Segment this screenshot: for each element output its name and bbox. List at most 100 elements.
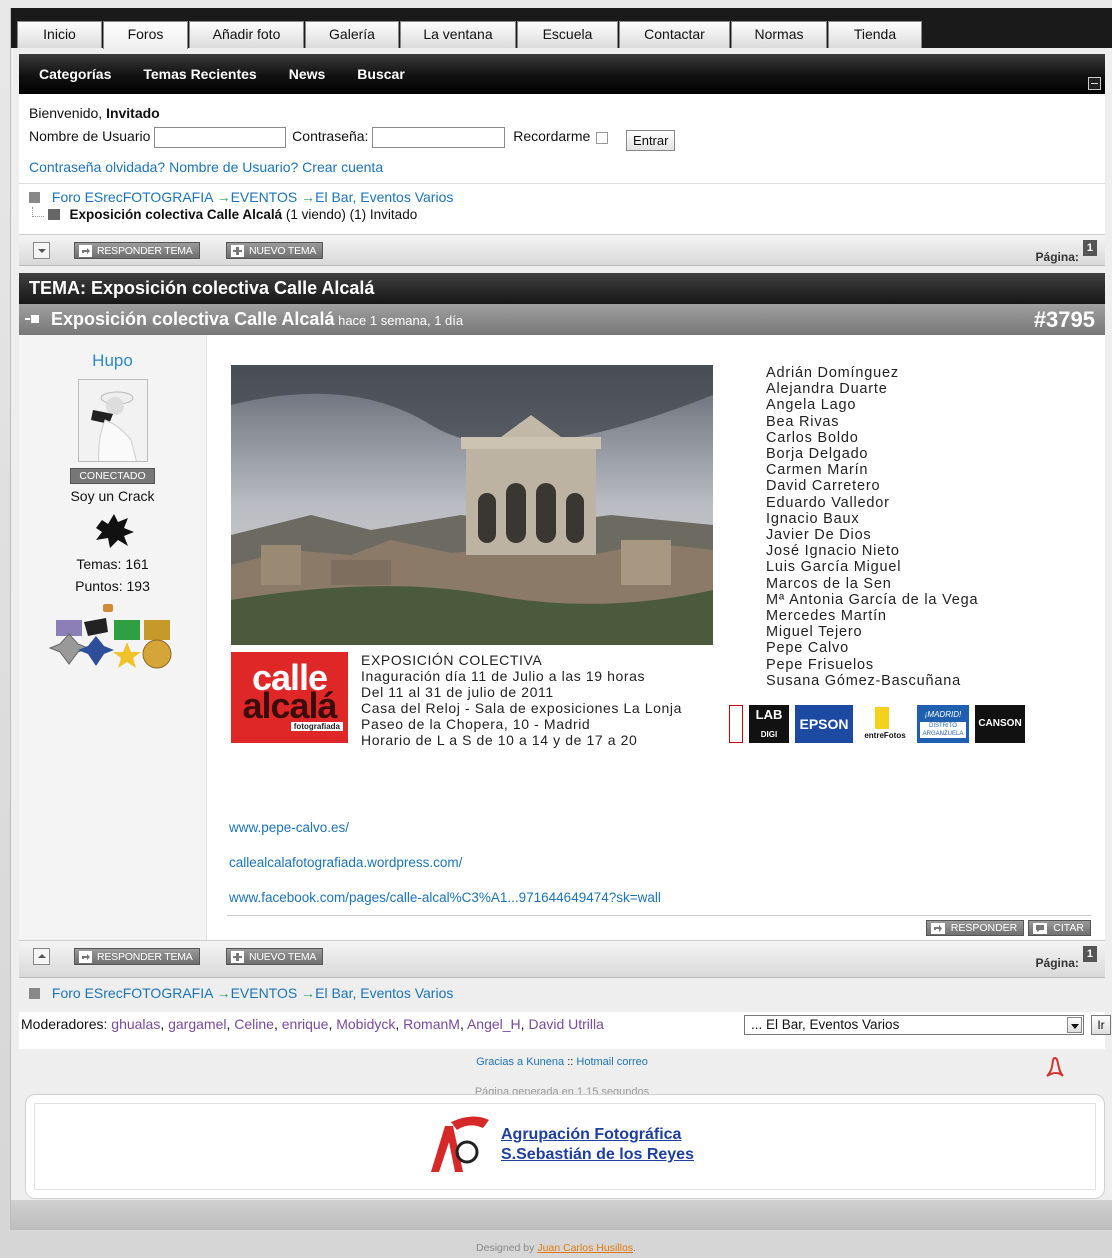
current-topic-title: Exposición colectiva Calle Alcalá: [69, 207, 283, 222]
banner-line1: Agrupación Fotográfica: [501, 1126, 682, 1143]
reply-topic-button[interactable]: RESPONDER TEMA: [74, 242, 200, 259]
link-pepe-calvo[interactable]: www.pepe-calvo.es/: [229, 820, 349, 835]
breadcrumb-subforum[interactable]: El Bar, Eventos Varios: [315, 985, 453, 1001]
welcome-line: Bienvenido, Invitado: [29, 105, 1095, 121]
password-field[interactable]: [372, 127, 506, 148]
forgot-username-link[interactable]: Nombre de Usuario?: [169, 159, 298, 175]
page-label: Página:: [1035, 250, 1079, 264]
menu-temas-recientes[interactable]: Temas Recientes: [131, 66, 276, 82]
menu-buscar[interactable]: Buscar: [345, 66, 424, 82]
tab-la-ventana[interactable]: La ventana: [400, 21, 516, 48]
footer-separator: ::: [567, 1056, 574, 1068]
new-topic-button[interactable]: NUEVO TEMA: [226, 242, 324, 259]
link-facebook[interactable]: www.facebook.com/pages/calle-alcal%C3%A1…: [229, 890, 661, 905]
moderator-link[interactable]: RomanM: [403, 1016, 460, 1032]
menu-categorias[interactable]: Categorías: [27, 66, 131, 82]
tab-foros[interactable]: Foros: [103, 21, 188, 49]
sponsor-madrid-logo: ¡MADRID! DISTRITO ARGANZUELA: [917, 705, 969, 743]
new-topic-label: NUEVO TEMA: [249, 951, 317, 963]
breadcrumb-root[interactable]: Foro ESrecFOTOGRAFIA: [52, 189, 213, 205]
reply-topic-label: RESPONDER TEMA: [97, 951, 193, 963]
tree-line-icon: [32, 207, 44, 217]
sponsor-logos: LAB DIGI EPSON entreFotos ¡MADRID! DISTRIT…: [729, 705, 1025, 743]
tab-anadir-foto[interactable]: Añadir foto: [189, 21, 304, 48]
page-number-button[interactable]: 1: [1082, 946, 1097, 962]
moderator-link[interactable]: David Utrilla: [528, 1016, 603, 1032]
reply-topic-button-bottom[interactable]: RESPONDER TEMA: [74, 948, 200, 965]
breadcrumb-subforum[interactable]: El Bar, Eventos Varios: [315, 189, 453, 205]
calle-alcala-logo: calle alcalá fotografiada: [231, 652, 348, 743]
moderator-link[interactable]: ghualas: [111, 1016, 160, 1032]
reply-button[interactable]: RESPONDER: [925, 920, 1025, 936]
moderator-link[interactable]: enrique: [282, 1016, 329, 1032]
tab-normas[interactable]: Normas: [731, 21, 827, 48]
post-number[interactable]: #3795: [1034, 304, 1095, 335]
author-name[interactable]: Hupo: [19, 351, 206, 371]
arrow-icon: →: [301, 985, 316, 1001]
tab-escuela[interactable]: Escuela: [517, 21, 618, 48]
page-number-button[interactable]: 1: [1082, 240, 1097, 256]
avatar[interactable]: [77, 379, 148, 462]
exhibition-details: EXPOSICIÓN COLECTIVA Inaguración día 11 d…: [361, 652, 683, 748]
collapse-icon[interactable]: [1088, 77, 1101, 90]
pagination: Página:1: [1036, 240, 1097, 264]
designed-by: Designed by Juan Carlos Husillos.: [476, 1242, 636, 1254]
topic-toolbar-top: RESPONDER TEMA NUEVO TEMA Página:1: [19, 234, 1105, 266]
current-topic-line: Exposición colectiva Calle Alcalá (1 vie…: [29, 207, 1095, 222]
moderator-link[interactable]: Angel_H: [467, 1016, 521, 1032]
bottom-strip: [11, 1200, 1112, 1230]
link-wordpress[interactable]: callealcalafotografiada.wordpress.com/: [229, 855, 462, 870]
breadcrumb-category[interactable]: EVENTOS: [231, 985, 298, 1001]
medals-icon: [48, 604, 178, 684]
forgot-password-link[interactable]: Contraseña olvidada?: [29, 159, 165, 175]
tab-tienda[interactable]: Tienda: [828, 21, 922, 48]
moderators-label: Moderadores:: [21, 1016, 108, 1032]
remember-checkbox[interactable]: [596, 131, 609, 144]
hotmail-link[interactable]: Hotmail correo: [576, 1056, 648, 1068]
main-nav-tabs: Inicio Foros Añadir foto Galería La vent…: [11, 8, 1112, 49]
topic-icon: [47, 209, 60, 220]
post-time: hace 1 semana, 1 día: [338, 313, 464, 328]
pdf-icon[interactable]: [1043, 1056, 1067, 1080]
moderator-link[interactable]: Mobidyck: [336, 1016, 395, 1032]
sponsor-canson-logo: CANSON: [975, 705, 1025, 743]
scroll-down-button[interactable]: [33, 242, 50, 259]
login-button[interactable]: Entrar: [626, 130, 676, 151]
new-topic-button-bottom[interactable]: NUEVO TEMA: [226, 948, 324, 965]
post-divider: [227, 915, 1091, 916]
quote-button[interactable]: CITAR: [1028, 920, 1091, 936]
kunena-link[interactable]: Gracias a Kunena: [476, 1056, 564, 1068]
post-title: Exposición colectiva Calle Alcalá: [51, 309, 335, 329]
forum-icon: [29, 988, 40, 999]
username-label: Nombre de Usuario: [29, 128, 151, 145]
tab-contactar[interactable]: Contactar: [619, 21, 730, 48]
avatar-image: [78, 380, 147, 461]
agrupacion-logo[interactable]: Agrupación Fotográfica S.Sebastián de lo…: [423, 1112, 711, 1178]
menu-news[interactable]: News: [277, 66, 346, 82]
moderator-link[interactable]: gargamel: [168, 1016, 226, 1032]
sponsor-entrefotos-logo: entreFotos: [859, 705, 911, 743]
topics-count: Temas: 161: [76, 556, 149, 572]
scroll-up-button[interactable]: [33, 948, 50, 965]
login-form: Nombre de Usuario Contraseña: Recordarme…: [29, 124, 1095, 151]
post-body: Hupo CONECTADO Soy un Crack Temas: 161 P…: [19, 335, 1105, 940]
breadcrumb-category[interactable]: EVENTOS: [231, 189, 298, 205]
tab-galeria[interactable]: Galería: [305, 21, 399, 48]
moderators-bar: Moderadores: ghualas, gargamel, Celine, …: [19, 1012, 1111, 1049]
go-button[interactable]: Ir: [1091, 1015, 1111, 1035]
quote-bubble-icon: [1033, 923, 1048, 934]
puerta-alcala-photo: [231, 365, 713, 645]
username-field[interactable]: [154, 127, 287, 148]
forum-menu-bar: Categorías Temas Recientes News Buscar: [19, 54, 1105, 94]
pagination-bottom: Página:1: [1036, 946, 1097, 970]
designer-link[interactable]: Juan Carlos Husillos: [537, 1242, 633, 1254]
tab-inicio[interactable]: Inicio: [17, 21, 102, 48]
reply-label: RESPONDER: [950, 922, 1018, 934]
points-count: Puntos: 193: [75, 578, 150, 594]
create-account-link[interactable]: Crear cuenta: [302, 159, 383, 175]
chevron-down-icon[interactable]: [1067, 1017, 1082, 1033]
moderator-link[interactable]: Celine: [234, 1016, 274, 1032]
sponsor-labdigi-logo: LAB DIGI: [749, 705, 789, 743]
breadcrumb-root[interactable]: Foro ESrecFOTOGRAFIA: [52, 985, 213, 1001]
forum-jump-select[interactable]: ... El Bar, Eventos Varios: [744, 1015, 1084, 1035]
